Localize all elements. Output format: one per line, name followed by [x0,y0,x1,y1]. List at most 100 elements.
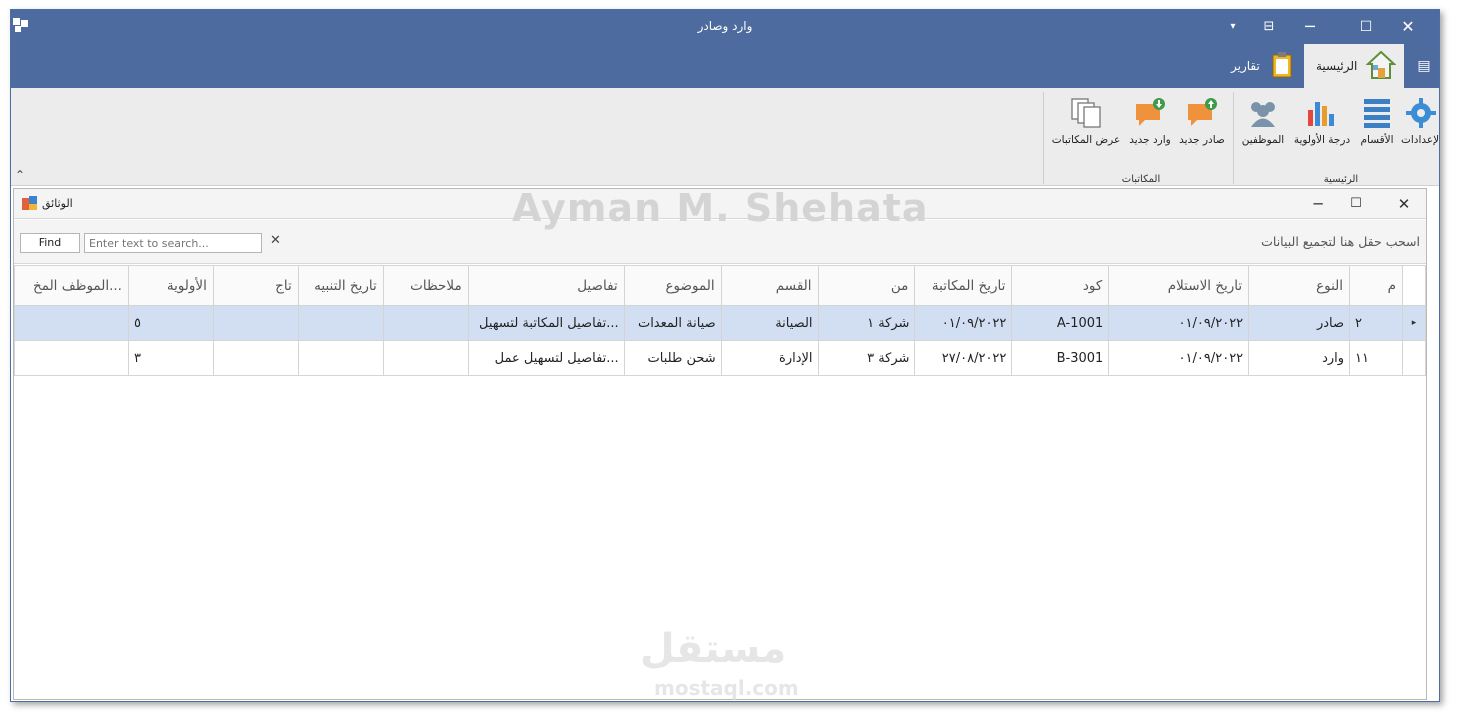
cell-priority[interactable]: ٥ [127,305,214,341]
table-row[interactable]: ٣ تفاصيل لتسهيل عمل... شحن طلبات الإدارة… [14,340,1427,376]
priority-button[interactable]: درجة الأولوية [1291,96,1353,156]
departments-label: الأقسام [1360,134,1394,146]
departments-button[interactable]: الأقسام [1355,96,1399,156]
col-header-department[interactable]: القسم [720,265,819,306]
col-header-from[interactable]: من [817,265,916,306]
pin-icon[interactable]: ▾ [1216,10,1250,44]
main-window: وارد وصادر ▾ ⊟ ─ ☐ ✕ تقارير الرئيسية ▤ ا… [10,9,1440,702]
cell-priority[interactable]: ٣ [127,340,214,376]
cell-subject[interactable]: صيانة المعدات [623,305,722,341]
minimize-button[interactable]: ─ [1293,10,1327,44]
cell-alert-date[interactable] [297,340,384,376]
tab-home[interactable]: الرئيسية [1304,44,1404,88]
tab-reports-label: تقارير [1231,59,1260,73]
clipboard-icon [1272,52,1292,78]
new-outgoing-label: صادر جديد [1179,134,1225,146]
cell-from[interactable]: شركة ١ [817,305,916,341]
cell-alert-date[interactable] [297,305,384,341]
chat-up-icon [1185,96,1219,130]
maximize-icon[interactable]: ☐ [1349,10,1383,44]
cell-tag[interactable] [212,340,299,376]
settings-button[interactable]: الإعدادات [1401,96,1440,156]
cell-received-date[interactable]: ٠١/٠٩/٢٠٢٢ [1108,305,1250,341]
new-incoming-button[interactable]: وارد جديد [1125,96,1175,156]
group-label-home: الرئيسية [1323,174,1359,185]
col-header-priority[interactable]: الأولوية [127,265,214,306]
close-icon[interactable]: ✕ [1391,10,1425,44]
document-icon [22,196,38,212]
col-header-employee[interactable]: الموظف المخ... [14,265,129,306]
doc-close-icon[interactable]: ✕ [1384,189,1424,219]
col-header-number[interactable]: م [1349,265,1403,306]
cell-received-date[interactable]: ٠١/٠٩/٢٠٢٢ [1108,340,1250,376]
author-watermark: Ayman M. Shehata [512,186,929,230]
employees-label: الموظفين [1241,134,1285,146]
collapse-ribbon-icon[interactable]: ⌃ [15,168,25,182]
col-header-alert-date[interactable]: تاريخ التنبيه [297,265,384,306]
new-outgoing-button[interactable]: صادر جديد [1177,96,1227,156]
cell-letter-date[interactable]: ٢٧/٠٨/٢٠٢٢ [914,340,1013,376]
cell-department[interactable]: الصيانة [720,305,819,341]
list-icon [1360,96,1394,130]
col-header-details[interactable]: تفاصيل [467,265,625,306]
cell-number[interactable]: ١١ [1349,340,1403,376]
col-header-letter-date[interactable]: تاريخ المكاتبة [914,265,1013,306]
tab-reports[interactable]: تقارير [1223,44,1303,88]
find-button[interactable]: Find [20,233,80,253]
view-correspondence-label: عرض المكاتبات [1051,134,1121,146]
cell-employee[interactable] [14,340,129,376]
col-header-tag[interactable]: تاج [212,265,299,306]
cell-notes[interactable] [382,305,469,341]
doc-maximize-icon[interactable]: ☐ [1336,189,1376,219]
documents-title: الوثائق [42,197,73,210]
group-by-hint: اسحب حقل هنا لتجميع البيانات [1261,234,1420,249]
group-separator [1233,92,1234,184]
bar-chart-icon [1305,96,1339,130]
priority-label: درجة الأولوية [1293,134,1351,146]
col-header-notes[interactable]: ملاحظات [382,265,469,306]
cell-notes[interactable] [382,340,469,376]
col-header-received-date[interactable]: تاريخ الاستلام [1108,265,1250,306]
search-input[interactable] [84,233,262,253]
copy-icon [1069,96,1103,130]
col-header-type[interactable]: النوع [1248,265,1351,306]
tab-home-label: الرئيسية [1316,59,1358,73]
cell-details[interactable]: تفاصيل المكاتبة لتسهيل... [467,305,625,341]
grid-header-row: الموظف المخ... الأولوية تاج تاريخ التنبي… [14,265,1427,306]
chat-down-icon [1133,96,1167,130]
cell-tag[interactable] [212,305,299,341]
cell-number[interactable]: ٢ [1349,305,1403,341]
cell-from[interactable]: شركة ٣ [817,340,916,376]
cell-code[interactable]: A-1001 [1011,305,1110,341]
new-incoming-label: وارد جديد [1129,134,1171,146]
documents-grid: الموظف المخ... الأولوية تاج تاريخ التنبي… [14,265,1427,376]
settings-label: الإعدادات [1401,134,1440,146]
mostaql-watermark: مستقل [640,626,787,672]
cell-type[interactable]: وارد [1248,340,1351,376]
row-indicator-empty [1401,340,1427,376]
cell-code[interactable]: B-3001 [1011,340,1110,376]
cell-department[interactable]: الإدارة [720,340,819,376]
row-indicator-header [1401,265,1427,306]
table-row[interactable]: ٥ تفاصيل المكاتبة لتسهيل... صيانة المعدا… [14,305,1427,341]
home-icon [1366,50,1396,79]
group-label-correspondence: المكاتبات [1121,174,1161,185]
view-correspondence-button[interactable]: عرض المكاتبات [1049,96,1123,156]
cell-subject[interactable]: شحن طلبات [623,340,722,376]
cell-type[interactable]: صادر [1248,305,1351,341]
people-icon [1246,96,1280,130]
cell-employee[interactable] [14,305,129,341]
restore-icon[interactable]: ⊟ [1252,10,1286,44]
col-header-code[interactable]: كود [1011,265,1110,306]
col-header-subject[interactable]: الموضوع [623,265,722,306]
cell-details[interactable]: تفاصيل لتسهيل عمل... [467,340,625,376]
doc-minimize-button[interactable]: ─ [1298,189,1338,219]
quick-access-icon[interactable]: ▤ [1409,44,1439,88]
ribbon-tab-bar: تقارير الرئيسية ▤ [11,44,1439,88]
clear-search-icon[interactable]: ✕ [270,233,281,248]
mostaql-url-watermark: mostaql.com [654,676,799,700]
ribbon-panel: الإعدادات الأقسام درجة الأولوية الموظفين… [11,88,1439,186]
documents-window: الوثائق ─ ☐ ✕ Find ✕ اسحب حقل هنا لتجميع… [13,188,1427,700]
cell-letter-date[interactable]: ٠١/٠٩/٢٠٢٢ [914,305,1013,341]
employees-button[interactable]: الموظفين [1239,96,1287,156]
